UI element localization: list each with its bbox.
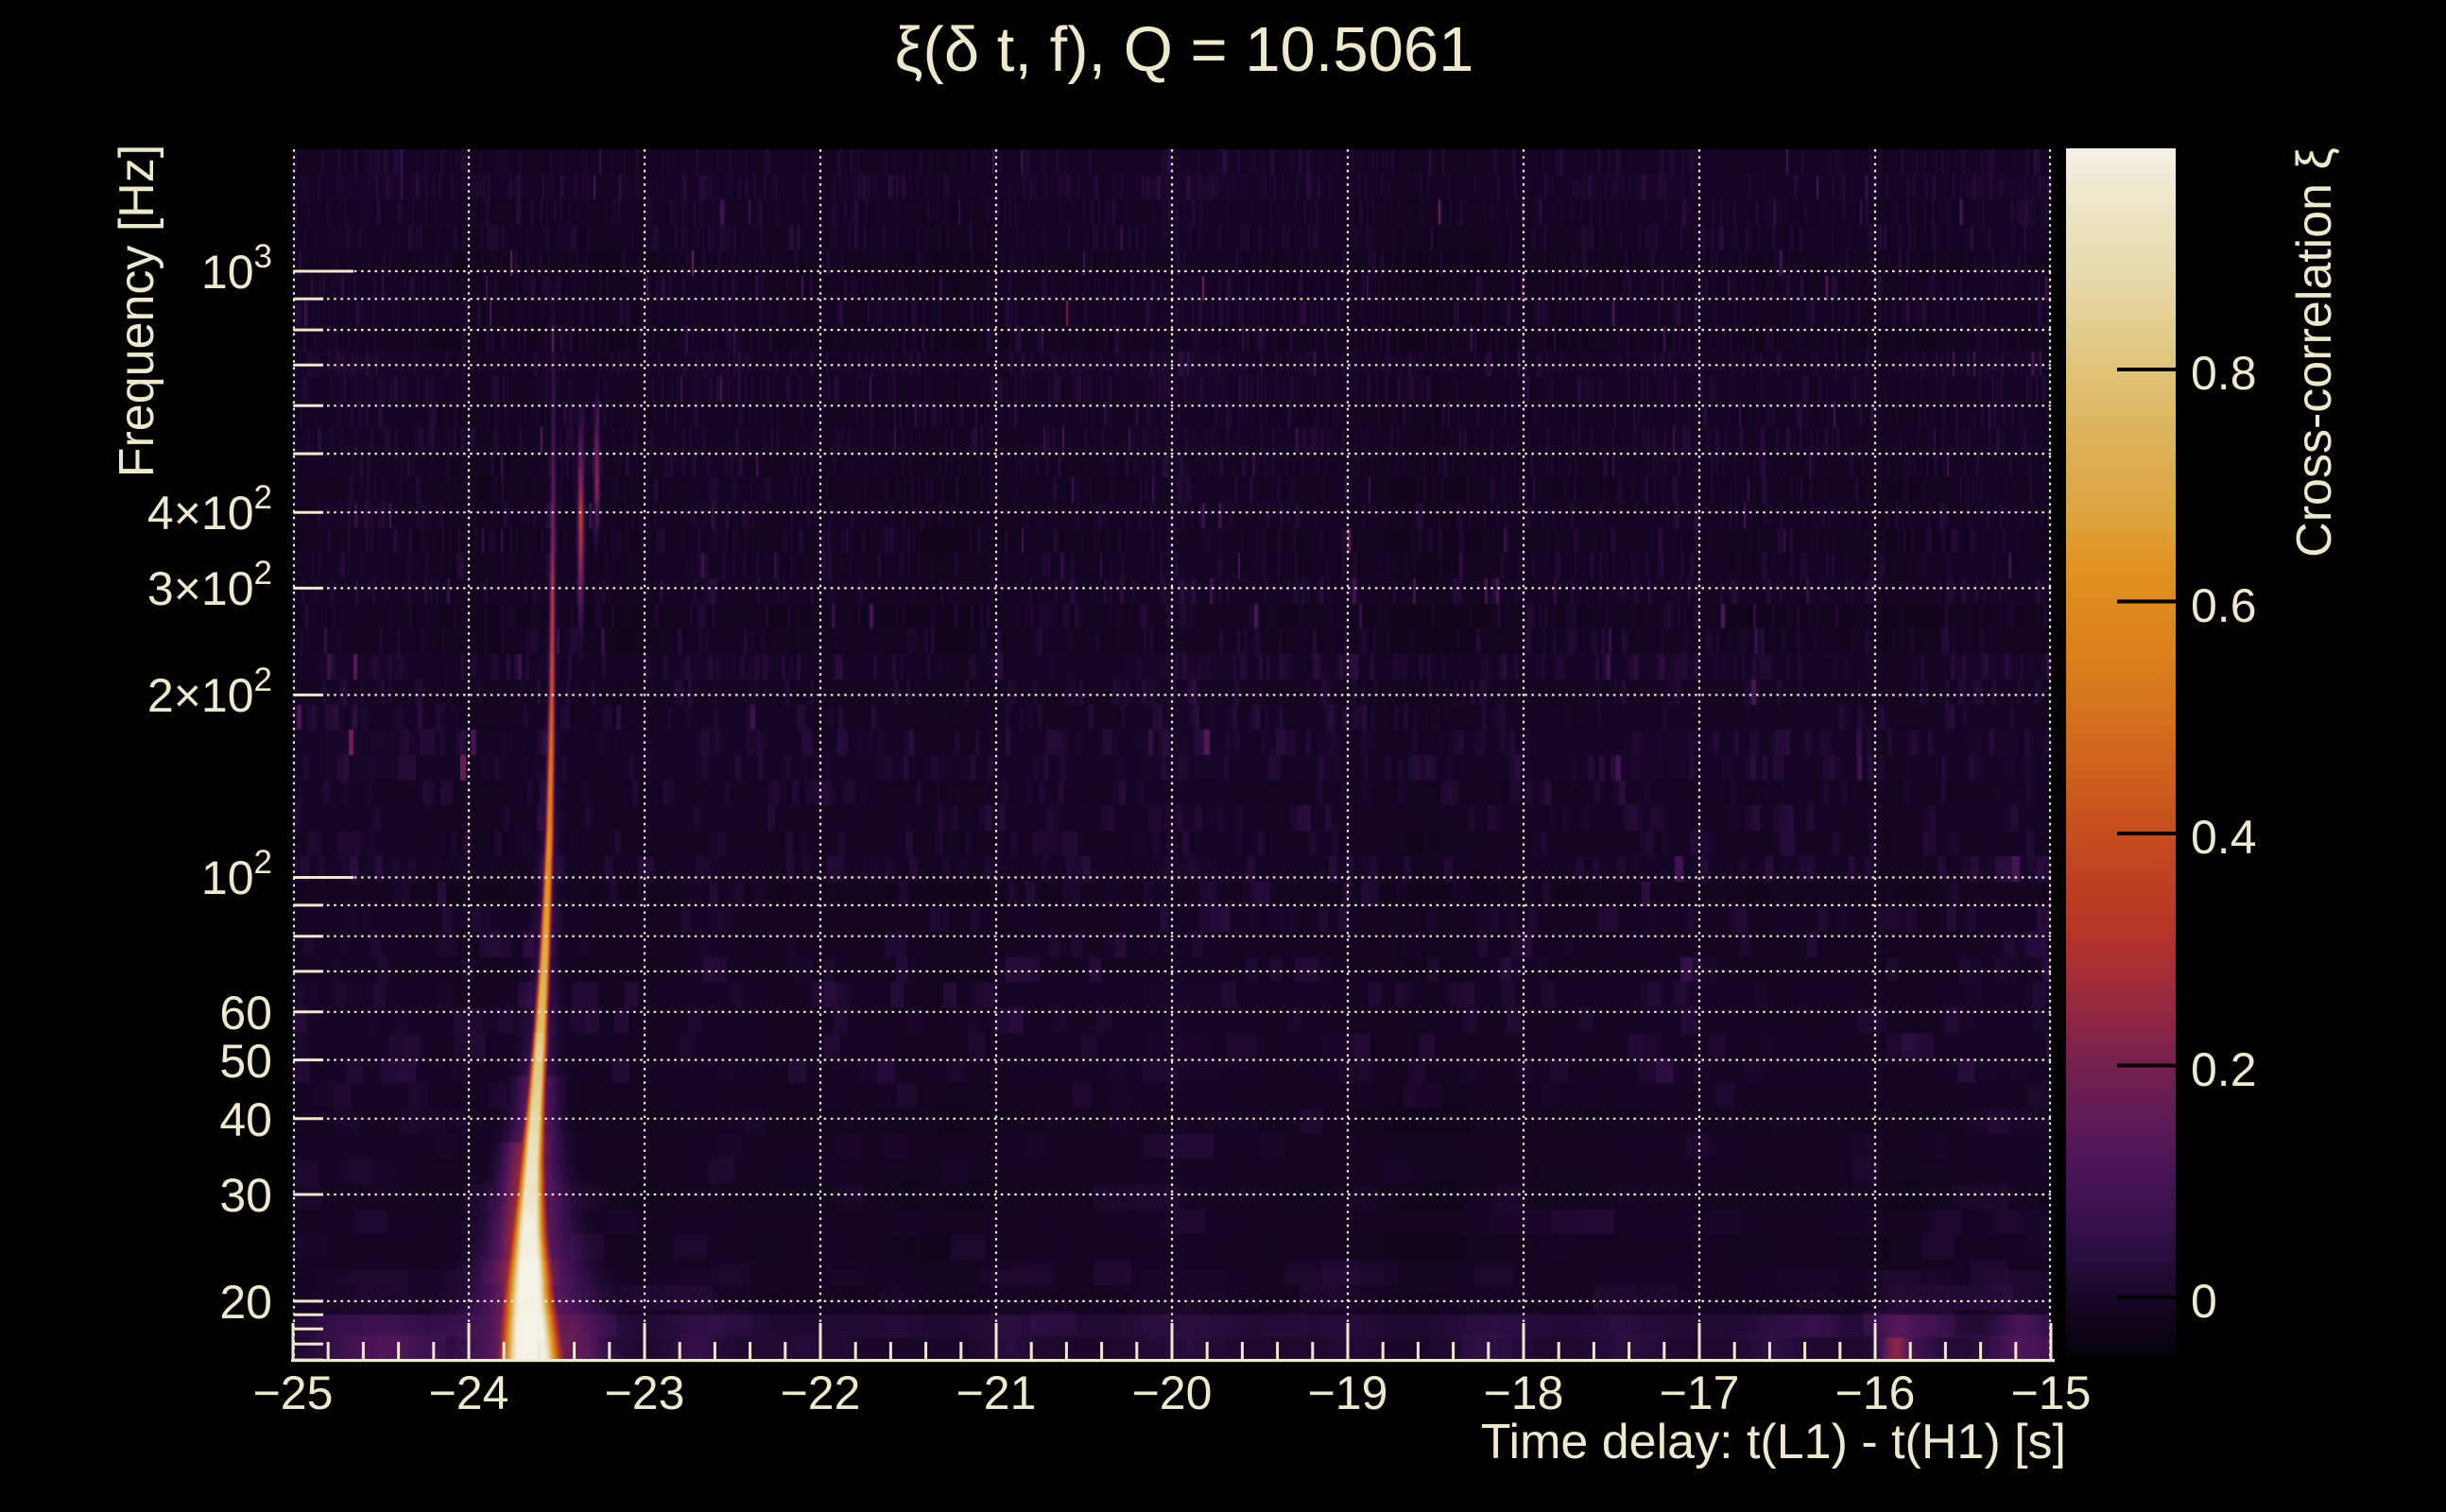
svg-text:0: 0 bbox=[2191, 1275, 2217, 1328]
svg-text:0.6: 0.6 bbox=[2191, 579, 2257, 632]
svg-text:102: 102 bbox=[201, 844, 272, 904]
svg-text:Frequency [Hz]: Frequency [Hz] bbox=[110, 145, 164, 478]
svg-text:60: 60 bbox=[219, 987, 272, 1040]
svg-text:3×102: 3×102 bbox=[147, 555, 272, 615]
svg-text:0.2: 0.2 bbox=[2191, 1043, 2257, 1096]
svg-text:−15: −15 bbox=[2011, 1366, 2092, 1419]
svg-text:−23: −23 bbox=[605, 1366, 685, 1419]
svg-text:30: 30 bbox=[219, 1169, 272, 1222]
svg-text:50: 50 bbox=[219, 1035, 272, 1088]
svg-text:−18: −18 bbox=[1484, 1366, 1564, 1419]
svg-text:−24: −24 bbox=[429, 1366, 509, 1419]
svg-text:−25: −25 bbox=[253, 1366, 334, 1419]
svg-text:Cross-correlation ξ: Cross-correlation ξ bbox=[2287, 147, 2342, 558]
svg-text:−17: −17 bbox=[1660, 1366, 1740, 1419]
svg-text:−20: −20 bbox=[1132, 1366, 1213, 1419]
svg-text:Time delay: t(L1) - t(H1) [s]: Time delay: t(L1) - t(H1) [s] bbox=[1481, 1415, 2066, 1469]
svg-text:ξ(δ t, f), Q = 10.5061: ξ(δ t, f), Q = 10.5061 bbox=[895, 14, 1474, 85]
svg-text:−19: −19 bbox=[1308, 1366, 1388, 1419]
svg-text:4×102: 4×102 bbox=[147, 479, 272, 540]
svg-text:0.8: 0.8 bbox=[2191, 347, 2257, 400]
svg-text:40: 40 bbox=[219, 1093, 272, 1146]
svg-text:0.4: 0.4 bbox=[2191, 811, 2257, 864]
svg-text:−21: −21 bbox=[956, 1366, 1037, 1419]
svg-text:−22: −22 bbox=[781, 1366, 861, 1419]
svg-text:103: 103 bbox=[201, 238, 272, 299]
svg-text:−16: −16 bbox=[1835, 1366, 1916, 1419]
svg-text:2×102: 2×102 bbox=[147, 662, 272, 722]
svg-text:20: 20 bbox=[219, 1276, 272, 1329]
